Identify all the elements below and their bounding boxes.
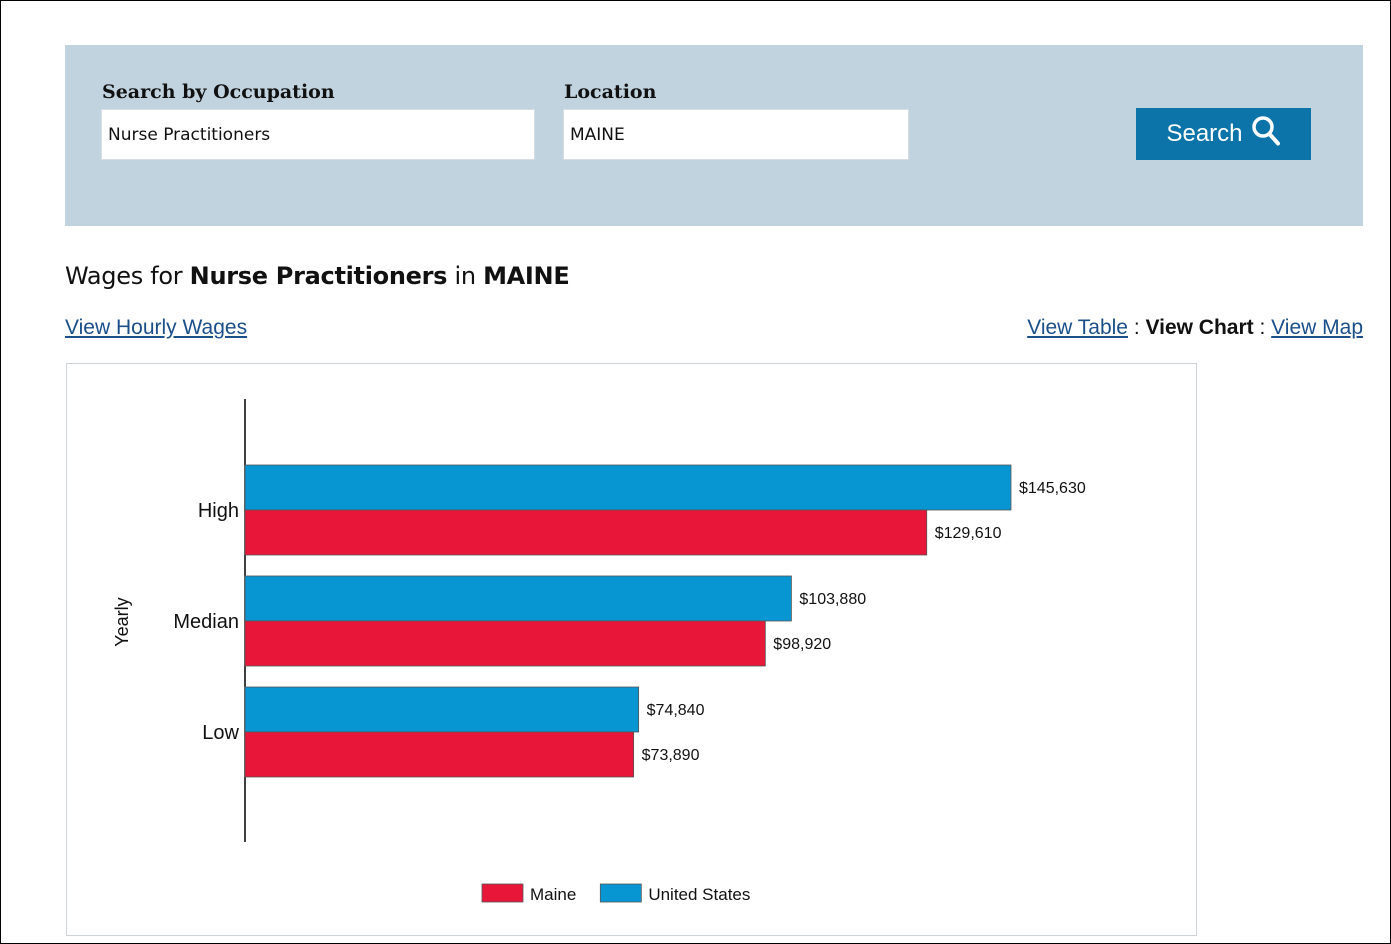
- search-icon: [1251, 115, 1281, 154]
- location-label: Location: [564, 81, 657, 103]
- separator: :: [1127, 316, 1146, 339]
- category-label: Median: [173, 611, 239, 633]
- bar-united-states: [244, 575, 792, 622]
- view-chart-current: View Chart: [1145, 316, 1254, 339]
- title-middle: in: [447, 262, 484, 290]
- title-location: MAINE: [483, 262, 570, 290]
- view-links: View Table : View Chart : View Map: [1027, 316, 1363, 340]
- search-button-label: Search: [1166, 120, 1243, 147]
- occupation-input[interactable]: [101, 109, 535, 160]
- bar-maine: [244, 731, 635, 778]
- legend-swatch-united-states: [599, 883, 642, 903]
- occupation-label: Search by Occupation: [102, 81, 335, 103]
- data-label: $129,610: [935, 525, 1002, 542]
- view-hourly-wages-link[interactable]: View Hourly Wages: [65, 316, 247, 340]
- category-label: Low: [202, 722, 239, 744]
- view-map-link[interactable]: View Map: [1271, 316, 1363, 339]
- location-input[interactable]: [563, 109, 909, 160]
- bar-maine: [244, 620, 766, 667]
- data-label: $103,880: [799, 591, 866, 608]
- page-title: Wages for Nurse Practitioners in MAINE: [65, 262, 570, 290]
- legend-label: Maine: [530, 885, 576, 904]
- separator: :: [1253, 316, 1272, 339]
- title-occupation: Nurse Practitioners: [189, 262, 448, 290]
- wage-chart: Yearly High $145,630 $129,610 Median $103,880…: [112, 399, 1086, 904]
- data-label: $73,890: [642, 747, 700, 764]
- bar-maine: [244, 509, 928, 556]
- y-axis-title: Yearly: [112, 597, 132, 646]
- search-button[interactable]: Search: [1136, 108, 1311, 160]
- category-label: High: [198, 500, 239, 522]
- data-label: $98,920: [773, 636, 831, 653]
- bar-united-states: [244, 686, 640, 733]
- data-label: $74,840: [647, 702, 705, 719]
- bar-united-states: [244, 464, 1012, 511]
- view-table-link[interactable]: View Table: [1027, 316, 1128, 339]
- legend-label: United States: [648, 885, 750, 904]
- data-label: $145,630: [1019, 480, 1086, 497]
- legend-swatch-maine: [481, 883, 524, 903]
- title-prefix: Wages for: [65, 262, 190, 290]
- chart-container: Yearly High $145,630 $129,610 Median $103,880…: [66, 363, 1197, 936]
